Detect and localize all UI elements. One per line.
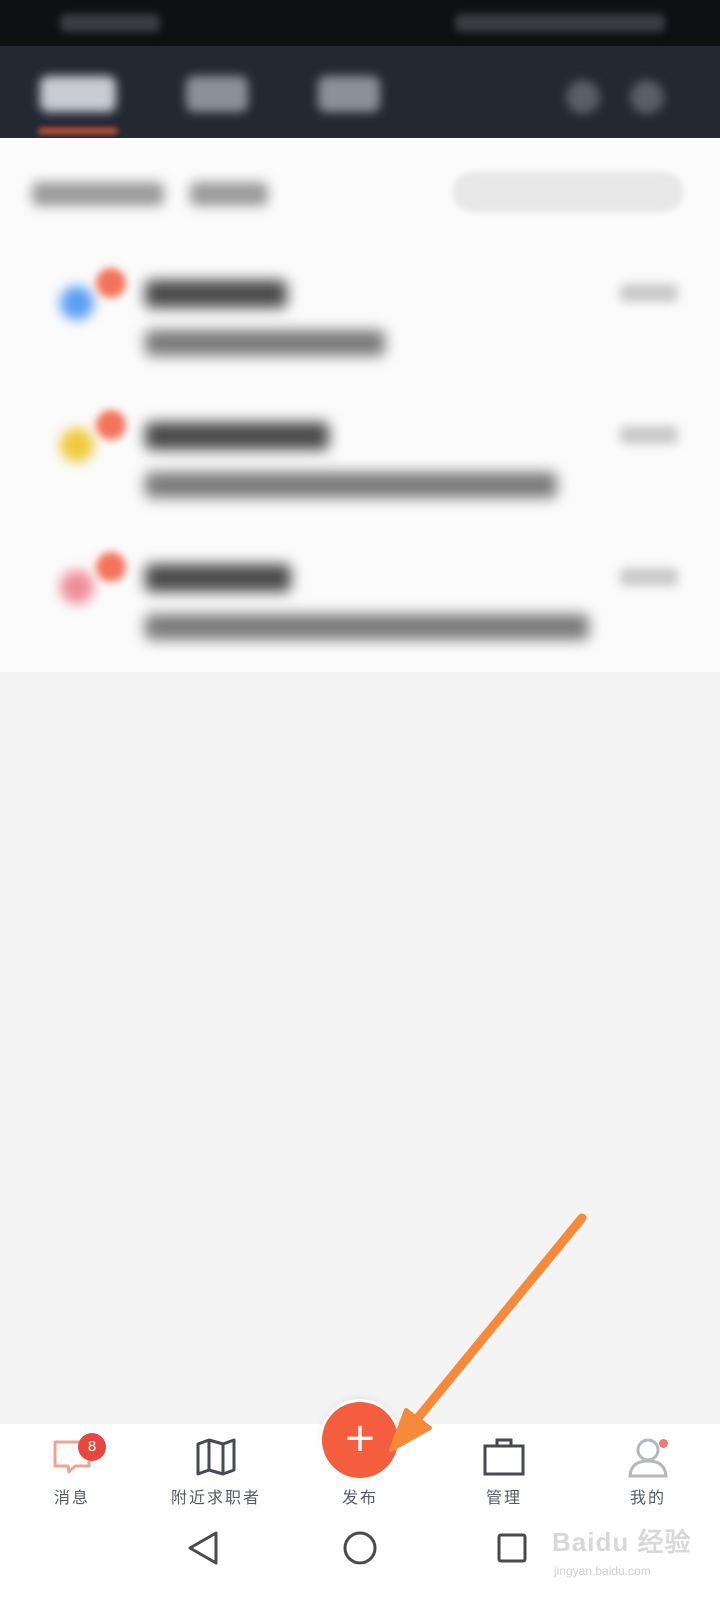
tab-messages[interactable]: 8 消息	[0, 1424, 144, 1520]
status-indicators-right	[455, 14, 665, 32]
avatar	[60, 428, 94, 462]
tab-nearby-jobseekers[interactable]: 附近求职者	[144, 1424, 288, 1520]
filter-dropdown-position[interactable]	[32, 182, 164, 206]
tab-active-underline	[38, 128, 118, 134]
tab-third[interactable]	[318, 76, 380, 112]
tab-label: 我的	[629, 1488, 666, 1507]
list-item[interactable]	[0, 238, 720, 378]
tab-label: 管理	[485, 1488, 522, 1507]
message-time	[620, 284, 678, 302]
message-time	[620, 426, 678, 444]
filter-search-pill[interactable]	[452, 172, 684, 212]
tab-label: 附近求职者	[170, 1488, 261, 1507]
unread-dot	[96, 552, 126, 582]
baidu-jingyan-watermark: Baidu 经验 jingyan.baidu.com	[548, 1512, 698, 1592]
briefcase-icon	[483, 1438, 525, 1476]
tab-manage[interactable]: 管理	[432, 1424, 576, 1520]
unread-dot	[96, 410, 126, 440]
tab-second[interactable]	[186, 76, 248, 112]
tab-mine[interactable]: 我的	[576, 1424, 720, 1520]
tab-label: 消息	[53, 1488, 90, 1507]
watermark-url: jingyan.baidu.com	[554, 1564, 651, 1578]
message-time	[620, 568, 678, 586]
filter-bar	[0, 138, 720, 238]
back-triangle-icon[interactable]	[186, 1530, 220, 1566]
map-icon	[196, 1438, 236, 1476]
tab-label: 发布	[341, 1488, 378, 1507]
message-preview	[145, 330, 385, 356]
notification-dot	[659, 1439, 668, 1448]
message-title	[145, 564, 291, 592]
list-item[interactable]	[0, 380, 720, 520]
message-list	[0, 238, 720, 672]
home-circle-icon[interactable]	[342, 1530, 378, 1566]
tab-active[interactable]	[40, 76, 116, 112]
avatar	[60, 570, 94, 604]
filter-dropdown-status[interactable]	[190, 182, 268, 206]
message-title	[145, 280, 287, 308]
message-title	[145, 422, 329, 450]
publish-button[interactable]: +	[322, 1402, 398, 1478]
unread-count-badge: 8	[78, 1433, 106, 1461]
status-indicators-left	[60, 14, 160, 32]
avatar	[60, 286, 94, 320]
recents-square-icon[interactable]	[496, 1532, 528, 1564]
nav-menu-icon[interactable]	[630, 80, 664, 114]
nav-action-icon[interactable]	[566, 80, 600, 114]
top-navigation	[0, 46, 720, 138]
message-preview	[145, 614, 589, 640]
unread-dot	[96, 268, 126, 298]
watermark-logo: Baidu 经验	[552, 1527, 692, 1557]
status-bar	[0, 0, 720, 46]
list-item[interactable]	[0, 522, 720, 662]
message-preview	[145, 472, 557, 498]
